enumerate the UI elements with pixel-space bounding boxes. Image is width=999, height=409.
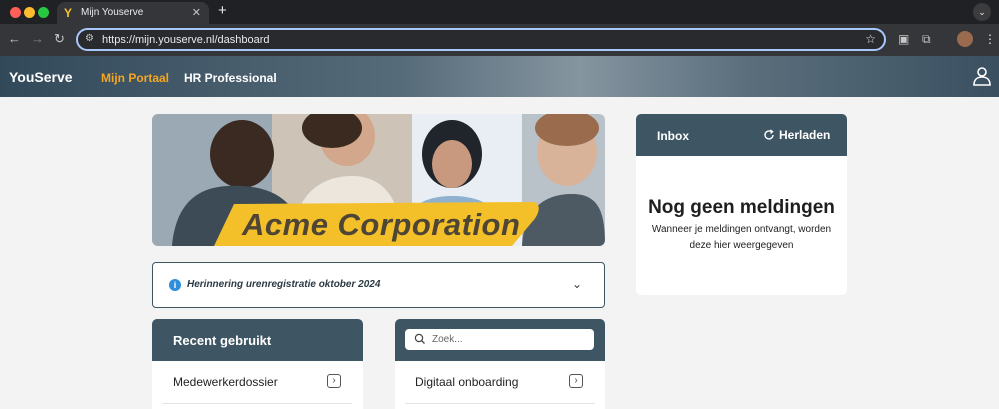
search-icon bbox=[414, 333, 425, 344]
search-panel-header: Zoek... bbox=[395, 319, 605, 361]
extension-icon[interactable]: ▣ bbox=[898, 32, 909, 46]
row-divider bbox=[162, 403, 352, 404]
address-bar[interactable]: ⚙ https://mijn.youserve.nl/dashboard ☆ bbox=[76, 28, 886, 51]
chevron-down-icon[interactable]: ⌄ bbox=[572, 277, 582, 291]
chevron-right-icon[interactable]: › bbox=[327, 374, 341, 388]
tab-search-chevron-icon[interactable]: ⌄ bbox=[973, 3, 991, 21]
inbox-panel: Inbox Herladen Nog geen meldingen Wannee… bbox=[636, 114, 847, 295]
browser-tabbar: Y Mijn Youserve ✕ + ⌄ bbox=[0, 0, 999, 24]
search-input[interactable]: Zoek... bbox=[405, 329, 594, 350]
inbox-title: Inbox bbox=[657, 129, 689, 143]
reminder-text[interactable]: Herinnering urenregistratie oktober 2024 bbox=[187, 279, 380, 290]
refresh-icon[interactable] bbox=[763, 129, 775, 141]
url-text[interactable]: https://mijn.youserve.nl/dashboard bbox=[102, 34, 270, 46]
row-divider bbox=[405, 403, 595, 404]
info-icon: i bbox=[169, 279, 181, 291]
youserve-logo[interactable]: YouServe bbox=[9, 69, 73, 85]
app-header: YouServe Mijn Portaal HR Professional bbox=[0, 56, 999, 97]
empty-inbox-title: Nog geen meldingen bbox=[648, 197, 835, 218]
browser-toolbar: ← → ↻ ⚙ https://mijn.youserve.nl/dashboa… bbox=[0, 24, 999, 56]
browser-menu-icon[interactable]: ⋮ bbox=[984, 32, 996, 46]
bookmark-star-icon[interactable]: ☆ bbox=[865, 32, 876, 46]
back-icon[interactable]: ← bbox=[8, 31, 21, 46]
extensions-puzzle-icon[interactable]: ⧉ bbox=[922, 32, 931, 47]
tab-close-icon[interactable]: ✕ bbox=[192, 6, 201, 19]
reload-icon[interactable]: ↻ bbox=[54, 31, 65, 47]
maximize-window-button[interactable] bbox=[38, 7, 49, 18]
site-settings-icon[interactable]: ⚙ bbox=[85, 33, 94, 44]
list-item-medewerkerdossier[interactable]: Medewerkerdossier bbox=[173, 375, 278, 389]
empty-inbox-text: Wanneer je meldingen ontvangt, worden de… bbox=[651, 224, 832, 251]
nav-hr-professional[interactable]: HR Professional bbox=[184, 71, 277, 85]
tab-title: Mijn Youserve bbox=[81, 7, 144, 18]
nav-mijn-portaal[interactable]: Mijn Portaal bbox=[101, 71, 169, 85]
recent-used-title: Recent gebruikt bbox=[173, 333, 272, 348]
new-tab-button[interactable]: + bbox=[218, 2, 227, 19]
recent-used-panel: Recent gebruikt Medewerkerdossier › bbox=[152, 319, 363, 409]
forward-icon[interactable]: → bbox=[31, 31, 44, 46]
reload-button[interactable]: Herladen bbox=[779, 128, 830, 142]
search-panel: Zoek... Digitaal onboarding › bbox=[395, 319, 605, 409]
recent-used-header: Recent gebruikt bbox=[152, 319, 363, 361]
reminder-accordion[interactable]: i Herinnering urenregistratie oktober 20… bbox=[152, 262, 605, 308]
user-account-icon[interactable] bbox=[972, 66, 992, 86]
youserve-favicon-icon: Y bbox=[64, 6, 73, 20]
browser-tab[interactable]: Y Mijn Youserve ✕ bbox=[57, 2, 209, 24]
minimize-window-button[interactable] bbox=[24, 7, 35, 18]
search-placeholder: Zoek... bbox=[432, 334, 463, 345]
inbox-header: Inbox Herladen bbox=[636, 114, 847, 156]
list-item-digitaal-onboarding[interactable]: Digitaal onboarding bbox=[415, 375, 518, 389]
company-banner: Acme Corporation bbox=[152, 114, 605, 246]
chevron-right-icon[interactable]: › bbox=[569, 374, 583, 388]
profile-avatar[interactable] bbox=[957, 31, 973, 47]
close-window-button[interactable] bbox=[10, 7, 21, 18]
banner-company-name: Acme Corporation bbox=[242, 207, 521, 242]
